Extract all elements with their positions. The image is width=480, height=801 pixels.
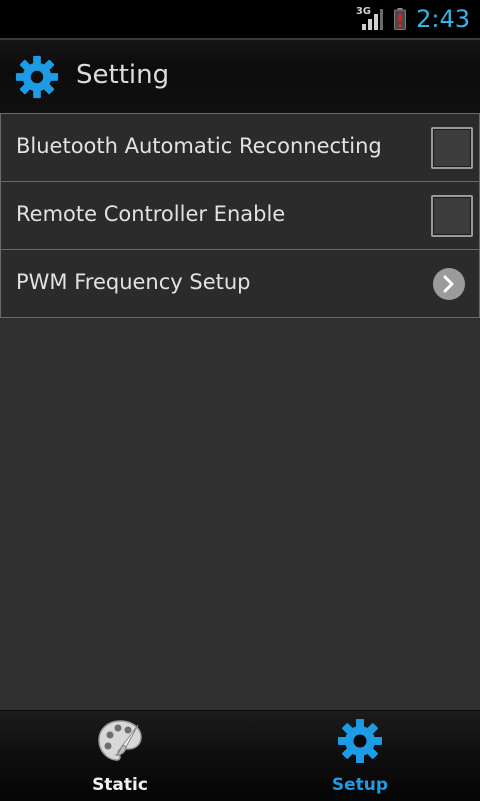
setting-row-pwm-frequency[interactable]: PWM Frequency Setup: [0, 250, 480, 318]
setting-label: PWM Frequency Setup: [16, 270, 251, 294]
status-bar: 3G 2:43: [0, 0, 480, 38]
remote-controller-checkbox[interactable]: [431, 195, 473, 237]
signal-strength-icon: [362, 9, 384, 30]
page-title: Setting: [76, 60, 170, 90]
tab-static[interactable]: Static: [0, 711, 240, 801]
bottom-navigation: Static Setup: [0, 710, 480, 801]
action-bar: Setting: [0, 38, 480, 113]
setting-row-bluetooth-reconnect[interactable]: Bluetooth Automatic Reconnecting: [0, 113, 480, 182]
settings-list: Bluetooth Automatic Reconnecting Remote …: [0, 113, 480, 318]
battery-low-icon: [394, 8, 407, 30]
bluetooth-reconnect-checkbox[interactable]: [431, 127, 473, 169]
palette-icon: [98, 720, 142, 761]
tab-setup[interactable]: Setup: [240, 711, 480, 801]
setting-row-remote-controller[interactable]: Remote Controller Enable: [0, 182, 480, 250]
chevron-right-icon[interactable]: [433, 268, 465, 300]
status-clock: 2:43: [416, 5, 470, 33]
tab-label: Static: [92, 775, 148, 795]
setting-label: Remote Controller Enable: [16, 202, 286, 226]
tab-label: Setup: [331, 775, 389, 795]
setting-label: Bluetooth Automatic Reconnecting: [16, 134, 382, 158]
gear-icon: [15, 55, 59, 99]
gear-icon: [338, 719, 382, 763]
